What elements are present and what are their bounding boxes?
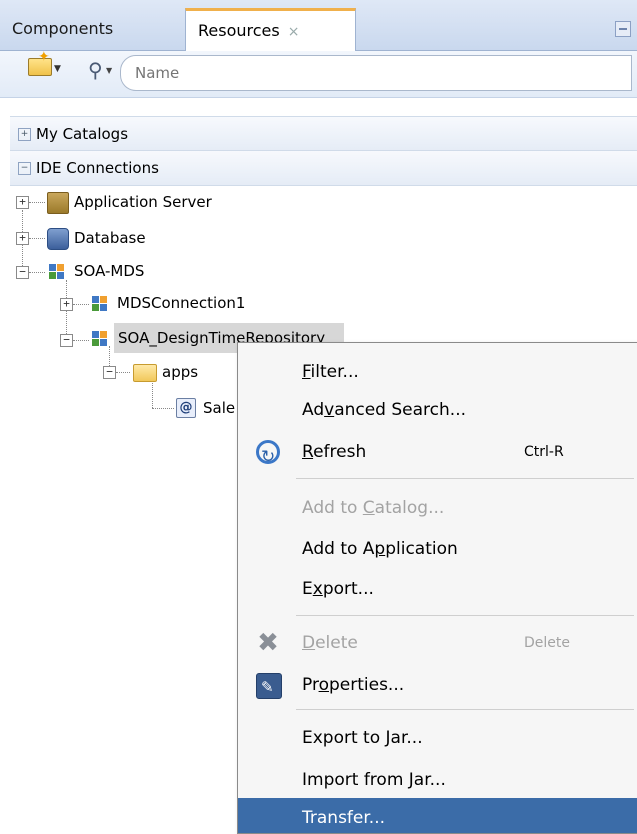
tree-item-apps[interactable]: apps	[162, 357, 198, 387]
tree-line	[116, 372, 130, 373]
properties-icon	[256, 667, 282, 707]
menu-mnemonic: v	[324, 400, 335, 420]
menu-item-export-to-jar[interactable]: Export to Jar...	[238, 718, 637, 758]
application-server-icon	[47, 192, 69, 214]
menu-item-transfer[interactable]: Transfer...	[238, 798, 637, 833]
expand-icon[interactable]: +	[16, 196, 29, 209]
expand-icon[interactable]: +	[60, 298, 73, 311]
menu-shortcut: Ctrl-R	[524, 444, 564, 460]
context-menu: Filter... Advanced Search... Refresh Ctr…	[237, 342, 637, 834]
menu-separator	[296, 478, 634, 479]
tree-line	[29, 202, 45, 203]
expand-icon[interactable]: +	[18, 128, 31, 141]
menu-label: Add to	[302, 498, 363, 518]
menu-label: Add to A	[302, 539, 375, 559]
tree-item-mds-connection[interactable]: MDSConnection1	[117, 288, 245, 318]
collapse-icon[interactable]: −	[18, 162, 31, 175]
section-ide-connections[interactable]: − IDE Connections	[10, 150, 637, 186]
menu-item-delete: ✖ Delete Delete	[238, 623, 637, 663]
menu-item-export[interactable]: Export...	[238, 569, 637, 609]
tree-line	[73, 304, 89, 305]
menu-label: Pr	[302, 675, 319, 695]
menu-label: port...	[322, 579, 374, 599]
soa-connection-icon	[47, 261, 67, 281]
close-icon[interactable]: ×	[288, 24, 300, 40]
menu-mnemonic: D	[302, 633, 316, 653]
menu-label: atalog...	[374, 498, 445, 518]
menu-mnemonic: F	[302, 362, 311, 382]
menu-mnemonic: C	[362, 498, 375, 518]
menu-mnemonic: p	[374, 539, 386, 559]
menu-label: Ad	[302, 400, 325, 420]
folder-icon	[133, 364, 157, 382]
tree-line	[29, 238, 45, 239]
tree-item-soa-mds[interactable]: SOA-MDS	[74, 256, 144, 286]
menu-item-refresh[interactable]: Refresh Ctrl-R	[238, 432, 637, 477]
search-input[interactable]	[120, 55, 632, 91]
refresh-icon	[256, 437, 280, 477]
menu-mnemonic: R	[302, 442, 314, 462]
mds-connection-icon	[90, 293, 110, 313]
search-icon[interactable]: ⚲	[88, 58, 103, 82]
menu-label: Import from Jar...	[302, 770, 446, 790]
menu-item-add-to-application[interactable]: Add to Application	[238, 529, 637, 569]
menu-label: E	[302, 579, 313, 599]
tree-line	[29, 272, 45, 273]
tab-components-label: Components	[12, 19, 114, 38]
section-my-catalogs-label: My Catalogs	[36, 125, 129, 143]
composite-icon: @	[176, 398, 196, 418]
menu-label: plication	[385, 539, 458, 559]
menu-label: elete	[315, 633, 358, 653]
expand-icon[interactable]: +	[16, 232, 29, 245]
menu-label: Transfer...	[302, 808, 386, 828]
menu-separator	[296, 615, 634, 616]
tree-line	[152, 408, 174, 409]
menu-separator	[296, 709, 634, 710]
repository-icon	[90, 328, 110, 348]
chevron-down-icon[interactable]: ▼	[54, 64, 61, 74]
menu-item-import-from-jar[interactable]: Import from Jar...	[238, 760, 637, 800]
tree-line	[73, 340, 89, 341]
panel-tab-bar: Components Resources ×	[0, 0, 637, 51]
menu-label: ilter...	[310, 362, 359, 382]
tree-item-database[interactable]: Database	[74, 223, 146, 253]
menu-label: perties...	[328, 675, 405, 695]
menu-mnemonic: x	[312, 579, 323, 599]
collapse-icon[interactable]: −	[60, 334, 73, 347]
menu-shortcut: Delete	[524, 635, 570, 651]
section-my-catalogs[interactable]: + My Catalogs	[10, 116, 637, 152]
search-options-chevron-icon[interactable]: ▼	[106, 66, 112, 75]
menu-label: anced Search...	[334, 400, 466, 420]
tab-resources-label: Resources	[198, 21, 280, 40]
database-icon	[47, 228, 69, 250]
new-connection-icon[interactable]	[28, 49, 52, 76]
collapse-icon[interactable]: −	[103, 366, 116, 379]
section-ide-connections-label: IDE Connections	[36, 159, 159, 177]
collapse-icon[interactable]: −	[16, 266, 29, 279]
menu-label: efresh	[313, 442, 367, 462]
minimize-icon[interactable]	[615, 21, 631, 37]
menu-item-advanced-search[interactable]: Advanced Search...	[238, 390, 637, 430]
menu-item-add-to-catalog: Add to Catalog...	[238, 488, 637, 528]
menu-label: Export to Jar...	[302, 728, 423, 748]
delete-icon: ✖	[257, 628, 279, 658]
tree-item-sale[interactable]: Sale	[203, 393, 235, 423]
tree-line	[152, 378, 153, 408]
menu-item-filter[interactable]: Filter...	[238, 352, 637, 392]
menu-mnemonic: o	[318, 675, 329, 695]
tab-components[interactable]: Components	[0, 9, 174, 49]
tree-item-application-server[interactable]: Application Server	[74, 187, 212, 217]
tab-resources[interactable]: Resources ×	[185, 8, 356, 51]
menu-item-properties[interactable]: Properties...	[238, 665, 637, 707]
